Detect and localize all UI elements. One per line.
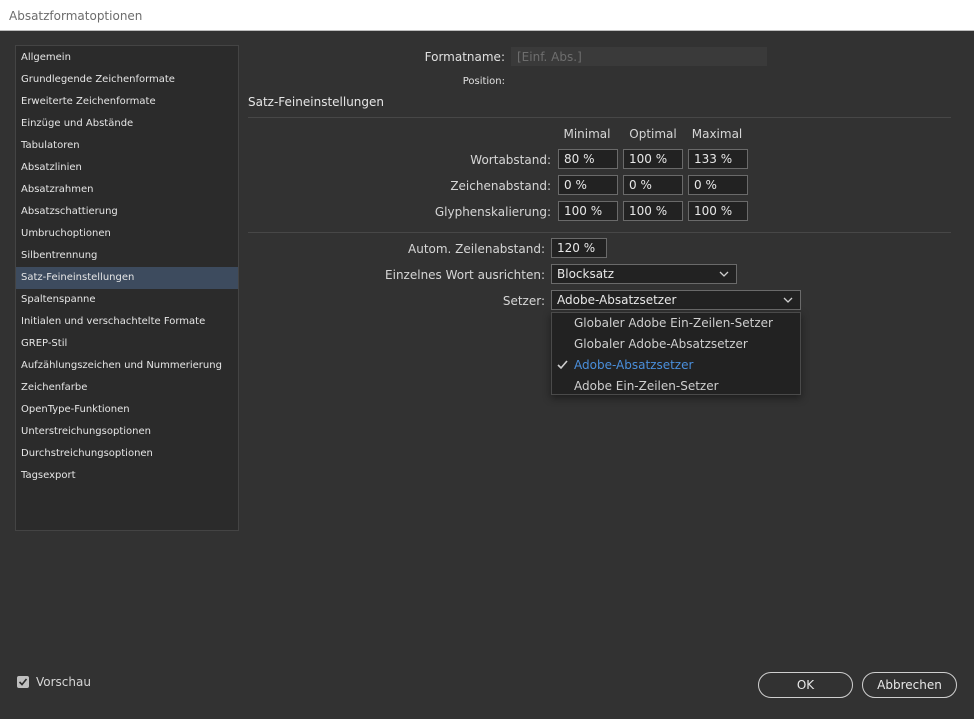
formatname-input[interactable]: [Einf. Abs.] [511,47,767,66]
zeichenabstand-label: Zeichenabstand: [450,179,551,193]
chevron-down-icon [783,297,793,303]
chevron-down-icon [719,271,729,277]
composer-option-global-paragraph[interactable]: Globaler Adobe-Absatzsetzer [552,334,800,355]
sidebar-item-opentype-funktionen[interactable]: OpenType-Funktionen [16,399,238,421]
sidebar-item-initialen[interactable]: Initialen und verschachtelte Formate [16,311,238,333]
checkmark-icon [557,360,568,370]
sidebar-item-absatzlinien[interactable]: Absatzlinien [16,157,238,179]
ok-button[interactable]: OK [758,672,853,698]
glyphenskalierung-opt-field[interactable]: 100 % [623,201,683,221]
composer-dropdown-menu[interactable]: Globaler Adobe Ein-Zeilen-Setzer Globale… [551,312,801,395]
zeichenabstand-opt-field[interactable]: 0 % [623,175,683,195]
single-word-dropdown[interactable]: Blocksatz [551,264,737,284]
category-list[interactable]: Allgemein Grundlegende Zeichenformate Er… [15,45,239,531]
section-divider [248,117,951,118]
col-maximal-header: Maximal [691,127,743,141]
wortabstand-max-field[interactable]: 133 % [688,149,748,169]
sidebar-item-satz-feineinstellungen[interactable]: Satz-Feineinstellungen [16,267,238,289]
zeichenabstand-max-field[interactable]: 0 % [688,175,748,195]
wortabstand-label: Wortabstand: [470,153,551,167]
window-title: Absatzformatoptionen [9,9,143,23]
preview-label[interactable]: Vorschau [36,675,91,689]
wortabstand-min-field[interactable]: 80 % [558,149,618,169]
sidebar-item-einzuege-abstaende[interactable]: Einzüge und Abstände [16,113,238,135]
sidebar-item-absatzrahmen[interactable]: Absatzrahmen [16,179,238,201]
sidebar-item-grep-stil[interactable]: GREP-Stil [16,333,238,355]
composer-option-single-line[interactable]: Adobe Ein-Zeilen-Setzer [552,376,800,397]
col-optimal-header: Optimal [629,127,677,141]
sidebar-item-zeichenfarbe[interactable]: Zeichenfarbe [16,377,238,399]
sidebar-item-absatzschattierung[interactable]: Absatzschattierung [16,201,238,223]
single-word-value: Blocksatz [557,267,615,281]
composer-option-global-single-line[interactable]: Globaler Adobe Ein-Zeilen-Setzer [552,313,800,334]
sidebar-item-grundlegende-zeichenformate[interactable]: Grundlegende Zeichenformate [16,69,238,91]
sidebar-item-allgemein[interactable]: Allgemein [16,47,238,69]
glyphenskalierung-max-field[interactable]: 100 % [688,201,748,221]
preview-checkbox[interactable] [17,676,29,688]
cancel-button[interactable]: Abbrechen [862,672,957,698]
section-title: Satz-Feineinstellungen [248,95,385,109]
sidebar-item-durchstreichungsoptionen[interactable]: Durchstreichungsoptionen [16,443,238,465]
sidebar-item-tagsexport[interactable]: Tagsexport [16,465,238,487]
sidebar-item-unterstreichungsoptionen[interactable]: Unterstreichungsoptionen [16,421,238,443]
composer-value: Adobe-Absatzsetzer [557,293,677,307]
glyphenskalierung-label: Glyphenskalierung: [434,205,551,219]
composer-label: Setzer: [502,294,545,308]
wortabstand-opt-field[interactable]: 100 % [623,149,683,169]
leading-label: Autom. Zeilenabstand: [408,242,545,256]
sidebar-item-umbruchoptionen[interactable]: Umbruchoptionen [16,223,238,245]
glyphenskalierung-min-field[interactable]: 100 % [558,201,618,221]
position-label: Position: [462,76,505,87]
checkmark-icon [18,678,28,686]
composer-option-paragraph[interactable]: Adobe-Absatzsetzer [552,355,800,376]
sidebar-item-silbentrennung[interactable]: Silbentrennung [16,245,238,267]
composer-dropdown[interactable]: Adobe-Absatzsetzer [551,290,801,310]
formatname-label: Formatname: [424,50,505,64]
sidebar-item-aufzaehlungszeichen[interactable]: Aufzählungszeichen und Nummerierung [16,355,238,377]
title-bar: Absatzformatoptionen [0,0,974,31]
leading-field[interactable]: 120 % [551,238,607,258]
zeichenabstand-min-field[interactable]: 0 % [558,175,618,195]
grid-divider [248,232,951,233]
sidebar-item-spaltenspanne[interactable]: Spaltenspanne [16,289,238,311]
composer-option-paragraph-label: Adobe-Absatzsetzer [574,358,694,372]
sidebar-item-tabulatoren[interactable]: Tabulatoren [16,135,238,157]
col-minimal-header: Minimal [563,127,611,141]
sidebar-item-erweiterte-zeichenformate[interactable]: Erweiterte Zeichenformate [16,91,238,113]
single-word-label: Einzelnes Wort ausrichten: [385,268,545,282]
